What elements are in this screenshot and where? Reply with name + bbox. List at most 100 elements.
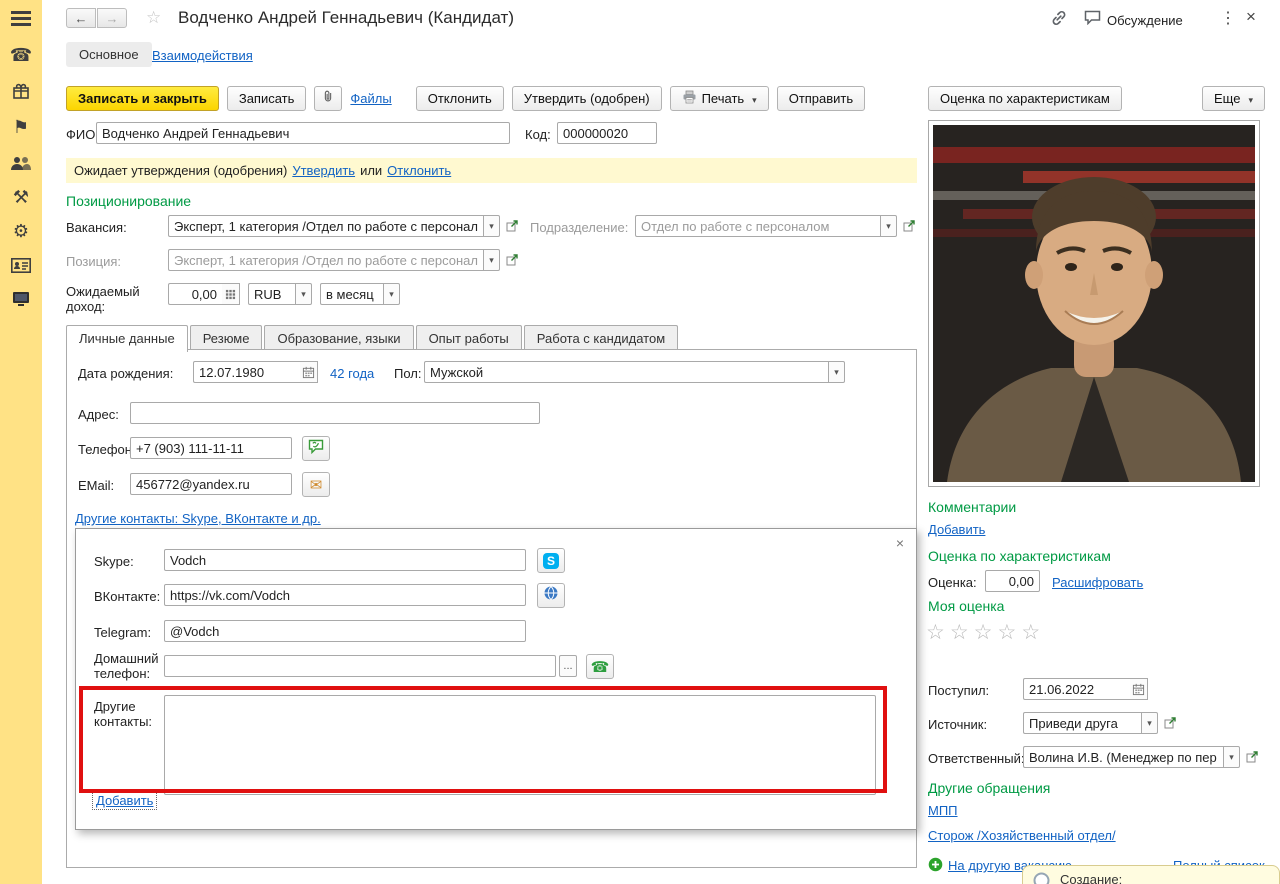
skype-button[interactable]: S [537, 548, 565, 573]
position-dropdown-icon[interactable] [483, 249, 500, 271]
tab-main[interactable]: Основное [66, 42, 152, 67]
position-input[interactable] [168, 249, 483, 271]
other-requests-header: Другие обращения [928, 780, 1050, 796]
candidate-photo[interactable] [933, 125, 1255, 482]
discussion-button[interactable]: Обсуждение [1084, 10, 1183, 30]
open-icon[interactable] [1162, 715, 1178, 731]
vacancy-dropdown-icon[interactable] [483, 215, 500, 237]
contact-card-icon[interactable] [0, 250, 42, 280]
email-input[interactable] [130, 473, 292, 495]
vk-input[interactable] [164, 584, 526, 606]
responsible-dropdown-icon[interactable] [1223, 746, 1240, 768]
menu-icon[interactable] [0, 4, 42, 34]
department-input[interactable] [635, 215, 880, 237]
tab-candidate-work[interactable]: Работа с кандидатом [524, 325, 678, 351]
tab-experience[interactable]: Опыт работы [416, 325, 522, 351]
period-input[interactable] [320, 283, 383, 305]
department-dropdown-icon[interactable] [880, 215, 897, 237]
save-button[interactable]: Записать [227, 86, 307, 111]
period-dropdown-icon[interactable] [383, 283, 400, 305]
comments-add-link[interactable]: Добавить [928, 522, 985, 537]
approve-button[interactable]: Утвердить (одобрен) [512, 86, 662, 111]
approval-status-bar: Ожидает утверждения (одобрения) Утвердит… [66, 158, 917, 183]
star-icon[interactable] [950, 621, 969, 644]
mpp-link[interactable]: МПП [928, 803, 958, 818]
gift-icon[interactable] [0, 76, 42, 106]
send-button[interactable]: Отправить [777, 86, 865, 111]
gender-input[interactable] [424, 361, 828, 383]
popup-close-icon[interactable]: × [896, 535, 904, 551]
sections-sidebar: ☎ ⚑ ⚒ ⚙ [0, 0, 42, 884]
send-email-button[interactable]: ✉ [302, 472, 330, 497]
vacancy-input[interactable] [168, 215, 483, 237]
phone-input[interactable] [130, 437, 292, 459]
copy-link-icon[interactable] [1050, 9, 1068, 32]
watchman-vacancy-link[interactable]: Сторож /Хозяйственный отдел/ [928, 828, 1116, 843]
notification-toast[interactable]: Создание: [1022, 865, 1280, 884]
wrench-icon[interactable]: ⚒ [0, 182, 42, 212]
traits-score-button[interactable]: Оценка по характеристикам [928, 86, 1122, 111]
forward-button[interactable]: → [97, 8, 127, 28]
responsible-input[interactable] [1023, 746, 1223, 768]
open-icon[interactable] [1244, 749, 1260, 765]
address-input[interactable] [130, 402, 540, 424]
people-icon[interactable] [0, 148, 42, 178]
currency-input[interactable] [248, 283, 295, 305]
favorite-star-icon[interactable] [146, 8, 161, 28]
print-button[interactable]: Печать [670, 86, 769, 111]
send-sms-button[interactable] [302, 436, 330, 461]
currency-dropdown-icon[interactable] [295, 283, 312, 305]
more-button[interactable]: Еще [1202, 86, 1265, 111]
responsible-label: Ответственный: [928, 751, 1024, 766]
other-contacts-textarea[interactable] [164, 695, 876, 795]
source-dropdown-icon[interactable] [1141, 712, 1158, 734]
files-link[interactable]: Файлы [350, 91, 391, 106]
status-decline-link[interactable]: Отклонить [387, 158, 451, 183]
kebab-menu-icon[interactable] [1220, 8, 1236, 28]
tab-education[interactable]: Образование, языки [264, 325, 413, 351]
star-icon[interactable] [974, 621, 993, 644]
skype-input[interactable] [164, 549, 526, 571]
save-and-close-button[interactable]: Записать и закрыть [66, 86, 219, 111]
decline-button[interactable]: Отклонить [416, 86, 504, 111]
phone-icon[interactable]: ☎ [0, 40, 42, 70]
call-button[interactable]: ☎ [586, 654, 614, 679]
star-icon[interactable] [1021, 621, 1040, 644]
tab-interactions[interactable]: Взаимодействия [152, 48, 253, 63]
open-icon[interactable] [504, 252, 520, 268]
home-phone-ellipsis-button[interactable]: ... [559, 655, 577, 677]
close-window-icon[interactable] [1246, 7, 1256, 27]
tab-personal-data[interactable]: Личные данные [66, 325, 188, 352]
score-input[interactable] [985, 570, 1040, 592]
attachment-button[interactable] [314, 86, 342, 111]
star-icon[interactable] [926, 621, 945, 644]
telegram-input[interactable] [164, 620, 526, 642]
calendar-icon[interactable] [300, 361, 318, 383]
code-input[interactable] [557, 122, 657, 144]
status-approve-link[interactable]: Утвердить [292, 158, 355, 183]
responsible-combo [1023, 746, 1260, 768]
gender-dropdown-icon[interactable] [828, 361, 845, 383]
popup-add-link[interactable]: Добавить [92, 791, 157, 810]
gear-icon[interactable]: ⚙ [0, 216, 42, 246]
add-to-vacancy-plus-icon[interactable] [928, 857, 943, 877]
back-button[interactable]: ← [66, 8, 96, 28]
open-icon[interactable] [504, 218, 520, 234]
vk-open-button[interactable] [537, 583, 565, 608]
fio-input[interactable] [96, 122, 510, 144]
received-input[interactable] [1023, 678, 1130, 700]
monitor-icon[interactable] [0, 284, 42, 314]
envelope-icon: ✉ [310, 476, 323, 494]
calculator-icon[interactable] [222, 283, 240, 305]
birthdate-input[interactable] [193, 361, 300, 383]
tab-resume[interactable]: Резюме [190, 325, 263, 351]
source-input[interactable] [1023, 712, 1141, 734]
star-icon[interactable] [997, 621, 1016, 644]
decode-link[interactable]: Расшифровать [1052, 575, 1143, 590]
flag-icon[interactable]: ⚑ [0, 112, 42, 142]
open-icon[interactable] [901, 218, 917, 234]
income-input[interactable] [168, 283, 222, 305]
other-contacts-link[interactable]: Другие контакты: Skype, ВКонтакте и др. [75, 511, 321, 526]
calendar-icon[interactable] [1130, 678, 1148, 700]
home-phone-input[interactable] [164, 655, 556, 677]
